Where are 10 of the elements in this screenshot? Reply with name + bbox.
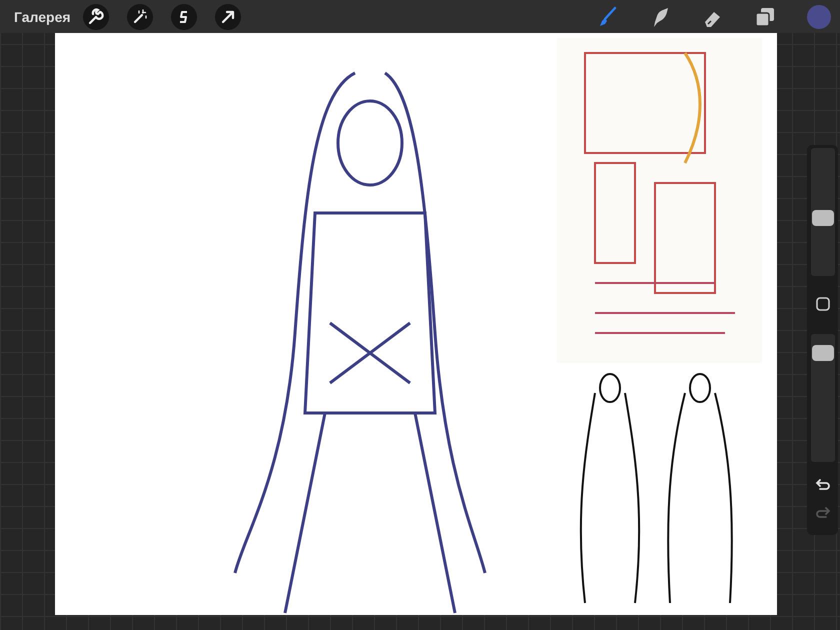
gallery-button[interactable]: Галерея — [14, 8, 71, 24]
selection-button[interactable] — [170, 4, 197, 30]
undo-icon[interactable] — [814, 476, 830, 492]
color-swatch[interactable] — [807, 4, 831, 28]
arrow-button[interactable] — [214, 4, 241, 30]
wrench-button[interactable] — [82, 4, 109, 30]
magic-wand-button[interactable] — [126, 4, 153, 30]
square-button[interactable] — [814, 296, 830, 312]
opacity-slider[interactable] — [810, 334, 834, 462]
brush-size-slider[interactable] — [810, 148, 834, 276]
